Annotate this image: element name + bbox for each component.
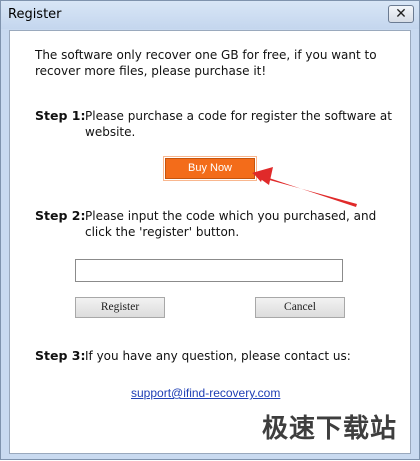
- close-icon: ✕: [395, 6, 407, 22]
- code-input[interactable]: [75, 259, 343, 282]
- step3-text: If you have any question, please contact…: [85, 349, 351, 363]
- title-bar: Register ✕: [1, 1, 419, 29]
- intro-text: The software only recover one GB for fre…: [35, 48, 377, 78]
- window-title: Register: [8, 7, 62, 22]
- watermark-logo: 极速下载站: [261, 414, 397, 444]
- step1-text: Please purchase a code for register the …: [85, 109, 392, 139]
- cancel-button[interactable]: Cancel: [255, 297, 345, 318]
- step1-label: Step 1:: [35, 108, 86, 123]
- register-button[interactable]: Register: [75, 297, 165, 318]
- step2-label: Step 2:: [35, 208, 86, 223]
- close-button[interactable]: ✕: [388, 5, 414, 23]
- support-email-link[interactable]: support@ifind-recovery.com: [131, 386, 280, 400]
- dialog-body: The software only recover one GB for fre…: [9, 30, 411, 454]
- buy-now-button[interactable]: Buy Now: [163, 156, 257, 181]
- step3-label: Step 3:: [35, 348, 86, 363]
- step2-text: Please input the code which you purchase…: [85, 209, 377, 239]
- register-dialog: Register ✕ The software only recover one…: [0, 0, 420, 460]
